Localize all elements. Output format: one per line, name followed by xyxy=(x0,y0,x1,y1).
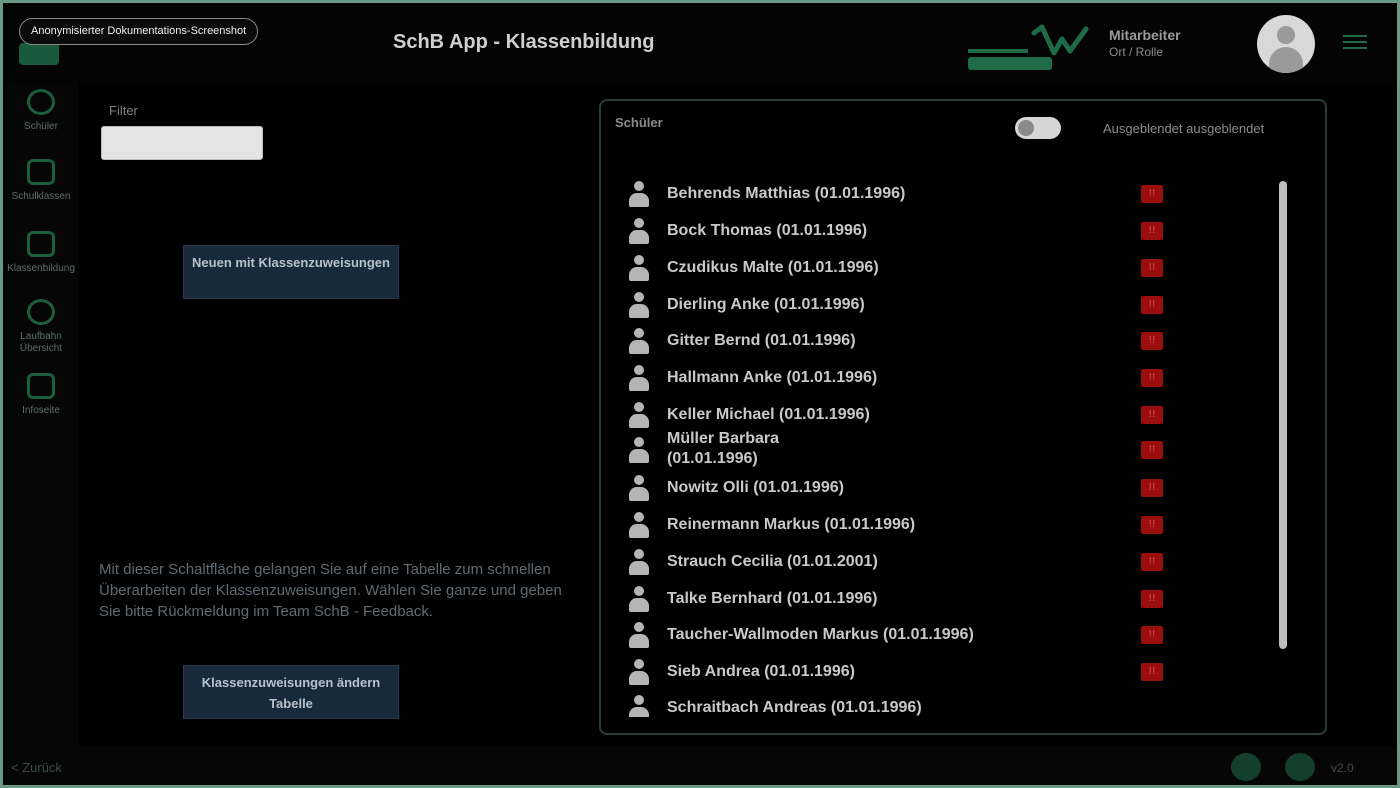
sidebar-item-schulklassen[interactable]: Schulklassen xyxy=(3,159,79,203)
student-name: Talke Bernhard (01.01.1996) xyxy=(667,590,878,607)
info-text: Mit dieser Schaltfläche gelangen Sie auf… xyxy=(99,561,562,620)
panel-title: Schüler xyxy=(615,115,663,130)
version-label: v2.0 xyxy=(1331,761,1354,775)
student-row[interactable]: Taucher-Wallmoden Markus (01.01.1996)!! xyxy=(621,618,1181,652)
edit-assignments-table-button[interactable]: Klassenzuweisungen ändern Tabelle xyxy=(183,665,399,719)
person-icon xyxy=(627,659,651,685)
person-icon xyxy=(627,365,651,391)
student-row[interactable]: Behrends Matthias (01.01.1996)!! xyxy=(621,177,1181,211)
student-row[interactable]: Keller Michael (01.01.1996)!! xyxy=(621,398,1181,432)
warning-badge: !! xyxy=(1141,441,1163,459)
sidebar-item-laufbahn[interactable]: Laufbahn Übersicht xyxy=(3,299,79,355)
student-row[interactable]: Dierling Anke (01.01.1996)!! xyxy=(621,288,1181,322)
checkmark-logo-icon xyxy=(1031,24,1089,56)
warning-badge: !! xyxy=(1141,259,1163,277)
menu-icon[interactable] xyxy=(1343,35,1367,51)
avatar[interactable] xyxy=(1257,15,1315,73)
student-row[interactable]: Hallmann Anke (01.01.1996)!! xyxy=(621,361,1181,395)
warning-badge: !! xyxy=(1141,516,1163,534)
warning-badge: !! xyxy=(1141,185,1163,203)
person-icon xyxy=(627,181,651,207)
user-info: Mitarbeiter Ort / Rolle xyxy=(1109,27,1181,61)
student-name: Bock Thomas (01.01.1996) xyxy=(667,222,868,239)
warning-badge: !! xyxy=(1141,590,1163,608)
app-header: Anonymisierter Dokumentations-Screenshot… xyxy=(3,3,1397,83)
student-name: Reinermann Markus (01.01.1996) xyxy=(667,516,916,533)
person-icon xyxy=(627,549,651,575)
notification-icon[interactable] xyxy=(1285,753,1315,781)
student-list: Behrends Matthias (01.01.1996)!! Bock Tho… xyxy=(601,177,1301,717)
students-icon xyxy=(27,89,55,115)
student-name: Behrends Matthias (01.01.1996) xyxy=(667,185,906,202)
warning-badge: !! xyxy=(1141,626,1163,644)
classbuild-icon xyxy=(27,231,55,257)
user-name: Mitarbeiter xyxy=(1109,27,1181,43)
student-name: Sieb Andrea (01.01.1996) xyxy=(667,663,855,680)
student-row[interactable]: Müller Barbara (01.01.1996)!! xyxy=(621,430,1181,467)
person-icon xyxy=(627,328,651,354)
student-row[interactable]: Nowitz Olli (01.01.1996)!! xyxy=(621,471,1181,505)
sidebar-item-infoseite[interactable]: Infoseite xyxy=(3,373,79,417)
student-name: Keller Michael (01.01.1996) xyxy=(667,406,870,423)
user-role: Ort / Rolle xyxy=(1109,45,1164,59)
warning-badge: !! xyxy=(1141,369,1163,387)
student-row[interactable]: Czudikus Malte (01.01.1996)!! xyxy=(621,251,1181,285)
student-row[interactable]: Reinermann Markus (01.01.1996)!! xyxy=(621,508,1181,542)
person-icon xyxy=(627,475,651,501)
student-name: Gitter Bernd (01.01.1996) xyxy=(667,332,856,349)
student-row[interactable]: Bock Thomas (01.01.1996)!! xyxy=(621,214,1181,248)
app-window: Anonymisierter Dokumentations-Screenshot… xyxy=(3,3,1397,785)
list-scrollbar[interactable] xyxy=(1279,181,1287,649)
chat-icon[interactable] xyxy=(1231,753,1261,781)
hidden-toggle[interactable] xyxy=(1015,117,1061,139)
warning-badge: !! xyxy=(1141,222,1163,240)
student-row[interactable]: Gitter Bernd (01.01.1996)!! xyxy=(621,324,1181,358)
warning-badge: !! xyxy=(1141,296,1163,314)
person-icon xyxy=(627,255,651,281)
sidebar: Schüler Schulklassen Klassenbildung Lauf… xyxy=(3,83,79,747)
warning-badge: !! xyxy=(1141,663,1163,681)
toggle-label: Ausgeblendet ausgeblendet xyxy=(1103,121,1265,136)
new-assignment-button[interactable]: Neuen mit Klassenzuweisungen xyxy=(183,245,399,299)
person-icon xyxy=(627,695,651,717)
student-row[interactable]: Sieb Andrea (01.01.1996)!! xyxy=(621,655,1181,689)
footer: < Zurück v2.0 xyxy=(3,747,1397,785)
filter-input[interactable] xyxy=(101,126,263,160)
person-icon xyxy=(627,586,651,612)
student-name: Nowitz Olli (01.01.1996) xyxy=(667,479,844,496)
warning-badge: !! xyxy=(1141,479,1163,497)
person-icon xyxy=(627,512,651,538)
person-icon xyxy=(627,292,651,318)
info-icon xyxy=(27,373,55,399)
person-icon xyxy=(627,402,651,428)
sidebar-item-schueler[interactable]: Schüler xyxy=(3,89,79,133)
student-name: Taucher-Wallmoden Markus (01.01.1996) xyxy=(667,626,974,643)
page-title: SchB App - Klassenbildung xyxy=(393,31,655,53)
person-icon xyxy=(627,622,651,648)
filter-label: Filter xyxy=(109,103,138,118)
person-icon xyxy=(627,437,651,463)
student-name: Hallmann Anke (01.01.1996) xyxy=(667,369,878,386)
warning-badge: !! xyxy=(1141,332,1163,350)
warning-badge: !! xyxy=(1141,553,1163,571)
student-row[interactable]: Schraitbach Andreas (01.01.1996) xyxy=(621,691,1181,717)
student-name: Schraitbach Andreas (01.01.1996) xyxy=(667,699,922,716)
classes-icon xyxy=(27,159,55,185)
person-icon xyxy=(627,218,651,244)
overview-icon xyxy=(27,299,55,325)
home-icon[interactable] xyxy=(19,43,59,65)
anonymized-badge: Anonymisierter Dokumentations-Screenshot xyxy=(19,18,259,45)
brand-logo xyxy=(968,17,1098,75)
warning-badge: !! xyxy=(1141,406,1163,424)
students-panel: Schüler Ausgeblendet ausgeblendet Behren… xyxy=(599,99,1327,735)
student-name: Czudikus Malte (01.01.1996) xyxy=(667,259,879,276)
student-name: Dierling Anke (01.01.1996) xyxy=(667,296,865,313)
sidebar-item-klassenbildung[interactable]: Klassenbildung xyxy=(3,231,79,275)
student-name: Strauch Cecilia (01.01.2001) xyxy=(667,553,878,570)
back-link[interactable]: < Zurück xyxy=(11,760,62,775)
student-row[interactable]: Strauch Cecilia (01.01.2001)!! xyxy=(621,545,1181,579)
student-row[interactable]: Talke Bernhard (01.01.1996)!! xyxy=(621,582,1181,616)
student-name: Müller Barbara (01.01.1996) xyxy=(667,430,780,467)
